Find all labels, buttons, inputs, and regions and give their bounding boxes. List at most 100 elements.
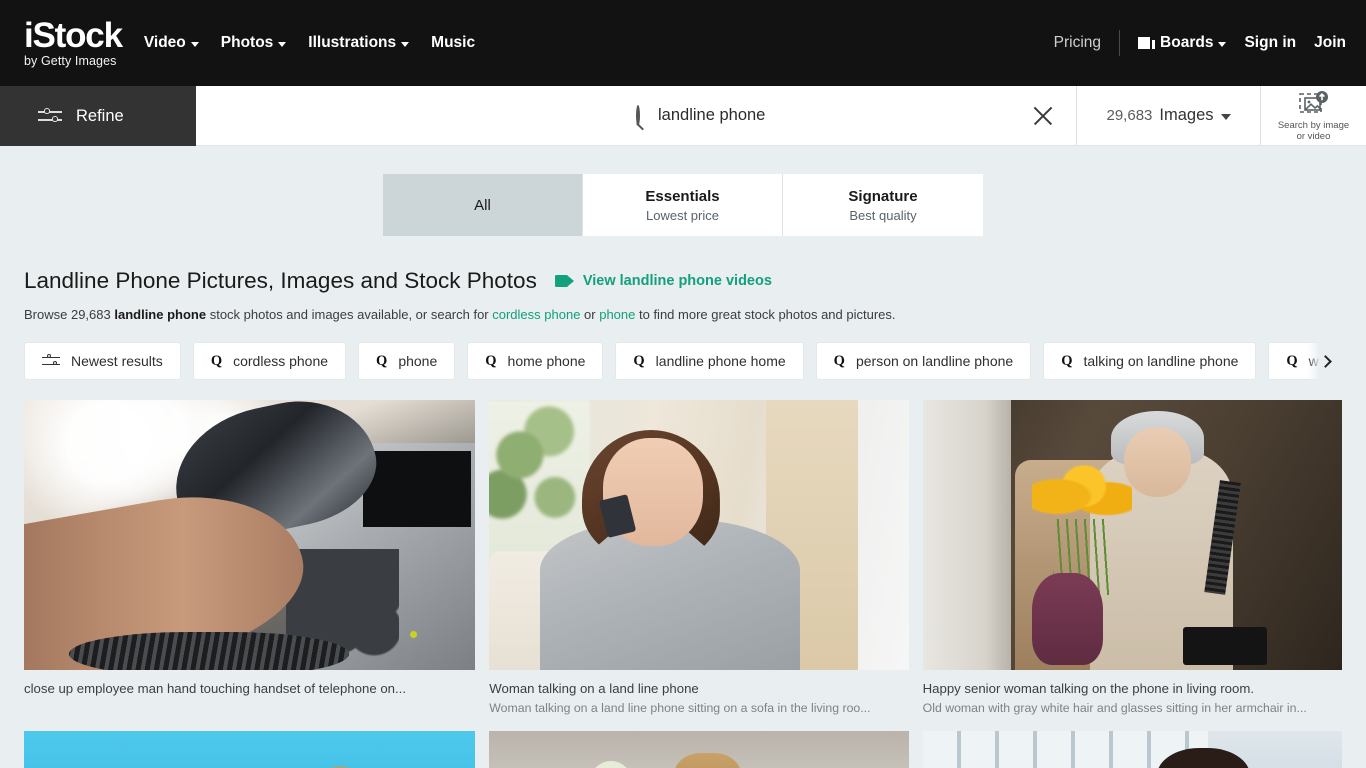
chevron-down-icon [1220, 114, 1231, 120]
asset-type-label: Images [1159, 106, 1214, 124]
results-description: Browse 29,683 landline phone stock photo… [24, 306, 1342, 324]
chip-talking-on-landline-phone[interactable]: Q talking on landline phone [1043, 342, 1257, 381]
desc-part-4: or [580, 307, 600, 322]
chevron-down-icon [401, 41, 410, 47]
result-title[interactable]: Woman talking on a land line phone [489, 681, 908, 696]
nav-item-music[interactable]: Music [431, 34, 475, 52]
search-icon: Q [485, 352, 497, 369]
chip-label: Newest results [71, 353, 163, 370]
secondary-nav: Pricing Boards Sign in Join [1054, 30, 1346, 56]
nav-item-video-label: Video [143, 34, 186, 51]
desc-part-3: stock photos and images available, or se… [206, 307, 493, 322]
search-icon: Q [1286, 352, 1298, 369]
nav-item-illustrations[interactable]: Illustrations [308, 34, 410, 52]
search-field-container [196, 86, 1076, 146]
tab-essentials-label: Essentials [645, 187, 720, 205]
sign-in-link[interactable]: Sign in [1244, 34, 1296, 52]
chip-label: cordless phone [233, 353, 329, 370]
results-grid-row-2 [24, 731, 1342, 768]
result-card: close up employee man hand touching hand… [24, 400, 476, 715]
chip-label: landline phone home [655, 353, 786, 370]
boards-icon [1138, 36, 1156, 50]
chip-landline-phone-home[interactable]: Q landline phone home [615, 342, 804, 381]
view-videos-link[interactable]: View landline phone videos [554, 273, 772, 289]
tab-essentials[interactable]: Essentials Lowest price [583, 174, 783, 236]
tab-signature-sublabel: Best quality [849, 207, 917, 223]
desc-term: landline phone [114, 307, 207, 322]
result-title[interactable]: close up employee man hand touching hand… [24, 681, 475, 696]
nav-item-photos[interactable]: Photos [221, 34, 287, 52]
chevron-down-icon [278, 41, 287, 47]
view-videos-label: View landline phone videos [582, 273, 772, 289]
desc-link-cordless-phone[interactable]: cordless phone [492, 307, 580, 322]
clear-search-icon[interactable] [1028, 101, 1058, 131]
primary-nav: Video Photos Illustrations Music [144, 34, 475, 52]
boards-menu[interactable]: Boards [1138, 34, 1227, 52]
tab-signature-label: Signature [848, 187, 918, 205]
refine-button[interactable]: Refine [0, 86, 196, 146]
sliders-icon [38, 108, 62, 124]
chip-phone[interactable]: Q phone [358, 342, 456, 381]
chip-label: talking on landline phone [1083, 353, 1239, 370]
nav-item-music-label: Music [431, 34, 476, 51]
sliders-icon [42, 354, 60, 368]
result-thumbnail-3[interactable] [922, 400, 1342, 671]
refine-label: Refine [76, 106, 124, 125]
nav-item-illustrations-label: Illustrations [308, 34, 397, 51]
asset-type-selector[interactable]: 29,683 Images [1076, 86, 1260, 146]
result-thumbnail-4[interactable] [24, 731, 476, 768]
result-count: 29,683 [1106, 107, 1153, 124]
chips-scroll-right-button[interactable] [1308, 342, 1342, 381]
pricing-link[interactable]: Pricing [1054, 34, 1101, 52]
istock-logo[interactable]: iStock by Getty Images [24, 16, 123, 69]
result-thumbnail-6[interactable] [922, 731, 1342, 768]
tab-all[interactable]: All [383, 174, 583, 236]
result-thumbnail-1[interactable] [24, 400, 476, 671]
license-tabs: All Essentials Lowest price Signature Be… [383, 174, 983, 236]
result-thumbnail-2[interactable] [489, 400, 909, 671]
title-row: Landline Phone Pictures, Images and Stoc… [24, 268, 1342, 294]
join-link[interactable]: Join [1314, 34, 1346, 52]
search-icon: Q [833, 352, 845, 369]
result-card: Woman talking on a land line phone Woman… [489, 400, 909, 716]
chevron-down-icon [1218, 41, 1227, 47]
license-tabs-container: All Essentials Lowest price Signature Be… [0, 174, 1366, 236]
desc-part-1: Browse [24, 307, 71, 322]
chip-home-phone[interactable]: Q home phone [467, 342, 604, 381]
results-grid: close up employee man hand touching hand… [24, 400, 1342, 715]
result-card: Happy senior woman talking on the phone … [922, 400, 1342, 715]
result-subtitle: Woman talking on a land line phone sitti… [489, 701, 871, 716]
main-content: Landline Phone Pictures, Images and Stoc… [0, 268, 1366, 768]
search-by-image-button[interactable]: Search by image or video [1260, 86, 1366, 146]
tab-signature[interactable]: Signature Best quality [783, 174, 983, 236]
image-upload-icon [1298, 90, 1328, 113]
nav-item-photos-label: Photos [220, 34, 274, 51]
desc-link-phone[interactable]: phone [599, 307, 635, 322]
chip-label: phone [398, 353, 438, 370]
logo-tagline: by Getty Images [24, 54, 117, 69]
search-icon: Q [376, 352, 388, 369]
chip-cordless-phone[interactable]: Q cordless phone [192, 342, 347, 381]
top-navigation-bar: iStock by Getty Images Video Photos Illu… [0, 0, 1366, 86]
nav-item-video[interactable]: Video [144, 34, 199, 52]
result-thumbnail-5[interactable] [489, 731, 909, 768]
video-camera-icon [554, 275, 574, 287]
related-searches-row: Newest results Q cordless phone Q phone … [24, 342, 1342, 381]
chip-label: person on landline phone [855, 353, 1014, 370]
search-icon[interactable] [416, 104, 640, 126]
boards-label: Boards [1160, 34, 1214, 51]
search-input[interactable] [658, 106, 1028, 125]
desc-part-5: to find more great stock photos and pict… [635, 307, 896, 322]
result-title[interactable]: Happy senior woman talking on the phone … [923, 681, 1342, 696]
chevron-right-icon [1318, 354, 1332, 368]
tab-essentials-sublabel: Lowest price [646, 207, 719, 223]
search-icon: Q [633, 352, 645, 369]
chip-person-on-landline-phone[interactable]: Q person on landline phone [815, 342, 1032, 381]
chevron-down-icon [190, 41, 199, 47]
chip-newest-results[interactable]: Newest results [24, 342, 181, 381]
search-by-image-caption: Search by image or video [1277, 119, 1350, 142]
chip-label: home phone [507, 353, 586, 370]
logo-wordmark: iStock [24, 16, 123, 56]
nav-divider [1119, 30, 1121, 56]
search-icon: Q [210, 352, 223, 369]
